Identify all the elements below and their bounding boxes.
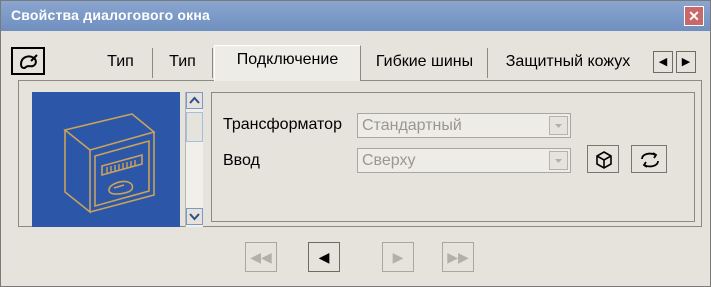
title-bar[interactable]: Свойства диалогового окна ✕ [1, 1, 710, 31]
tab-type-2[interactable]: Тип [153, 48, 213, 78]
chevron-down-icon [555, 159, 562, 163]
close-button[interactable]: ✕ [684, 6, 704, 26]
cube-button[interactable] [587, 145, 619, 173]
chevron-down-icon [189, 213, 200, 221]
transformer-select[interactable]: Стандартный [357, 113, 571, 138]
rotate-icon [641, 152, 659, 168]
input-select[interactable]: Сверху [357, 148, 571, 173]
cabinet-icon [63, 113, 156, 214]
transformer-dropdown-button[interactable] [549, 116, 568, 135]
preview-scrollbar[interactable] [185, 92, 203, 227]
last-record-button[interactable]: ▶▶ [442, 242, 474, 272]
window-title: Свойства диалогового окна [11, 7, 211, 23]
tab-scroll-right-button[interactable]: ▶ [676, 51, 696, 73]
tab-flexible-buses[interactable]: Гибкие шины [362, 48, 488, 78]
chevron-up-icon [189, 96, 200, 104]
input-value: Сверху [362, 152, 416, 169]
scroll-up-button[interactable] [186, 92, 203, 109]
preview-area [32, 92, 180, 227]
paint-icon [19, 54, 38, 69]
scroll-thumb[interactable] [186, 112, 203, 142]
transformer-value: Стандартный [362, 117, 462, 134]
paint-icon-button[interactable] [11, 47, 45, 75]
first-record-button[interactable]: ◀◀ [245, 242, 277, 272]
dialog-window: Свойства диалогового окна ✕ Тип Тип Подк… [0, 0, 711, 287]
tab-connection[interactable]: Подключение [214, 45, 361, 81]
chevron-down-icon [555, 124, 562, 128]
next-record-button[interactable]: ▶ [382, 242, 414, 272]
tab-protective-cover[interactable]: Защитный кожух [489, 48, 647, 78]
scroll-down-button[interactable] [186, 208, 203, 225]
tab-scroll-left-button[interactable]: ◀ [653, 51, 673, 73]
tab-type-1[interactable]: Тип [89, 48, 153, 78]
input-dropdown-button[interactable] [549, 151, 568, 170]
prev-record-button[interactable]: ◀ [308, 242, 340, 272]
transformer-label: Трансформатор [223, 116, 342, 133]
rotate-button[interactable] [631, 145, 667, 173]
input-label: Ввод [223, 152, 260, 169]
cube-icon [596, 151, 612, 169]
